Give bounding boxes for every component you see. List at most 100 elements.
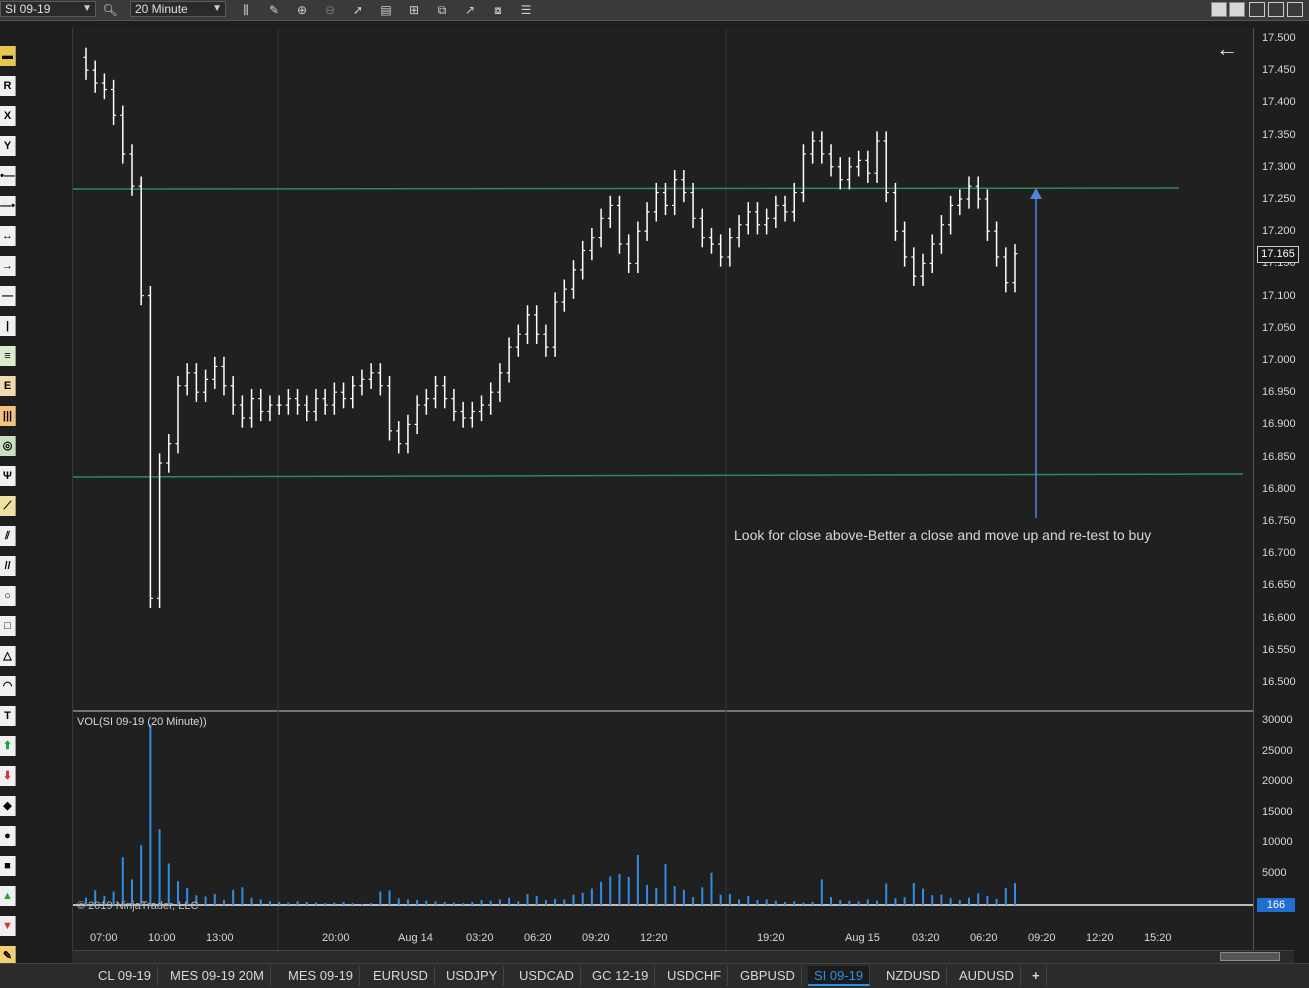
instrument-tab[interactable]: SI 09-19 <box>808 966 871 986</box>
zoom-in-icon[interactable]: ⊕ <box>294 2 310 18</box>
price-tick-label: 17.350 <box>1262 128 1296 141</box>
template-icon[interactable]: ⊞ <box>406 2 422 18</box>
gann-fan-icon[interactable]: ⟋ <box>0 496 16 516</box>
price-tick-label: 16.800 <box>1262 482 1296 495</box>
extended-line-icon[interactable]: ↔ <box>0 226 16 246</box>
time-tick-label: 03:20 <box>912 932 940 944</box>
indicators-icon[interactable]: ⧉ <box>434 2 450 18</box>
list-icon[interactable]: ☰ <box>518 2 534 18</box>
price-tick-label: 17.400 <box>1262 96 1296 109</box>
triangle-down-icon[interactable]: ▼ <box>0 916 16 936</box>
volume-tick-label: 30000 <box>1262 714 1293 726</box>
close-button[interactable] <box>1287 2 1303 17</box>
minimize-button[interactable] <box>1249 2 1265 17</box>
instrument-tab[interactable]: NZDUSD <box>880 966 948 986</box>
price-tick-label: 17.250 <box>1262 193 1296 205</box>
trend-channel-icon[interactable]: // <box>0 556 16 576</box>
volume-tick-label: 25000 <box>1262 744 1293 757</box>
line-tool-icon[interactable]: •— <box>0 166 16 186</box>
bar-type-icon[interactable]: ⫼ <box>238 2 254 18</box>
pencil-icon[interactable]: ✎ <box>266 2 282 18</box>
square-icon[interactable]: ■ <box>0 856 16 876</box>
chart-panel[interactable] <box>72 28 1254 950</box>
instrument-tab[interactable]: CL 09-19 <box>92 966 158 986</box>
instrument-tab[interactable]: USDCAD <box>513 966 581 986</box>
price-tick-label: 16.550 <box>1262 643 1296 656</box>
price-tick-label: 16.700 <box>1262 547 1296 560</box>
price-axis[interactable]: 17.500 17.450 17.400 17.350 17.300 17.250 17.2… <box>1253 28 1309 950</box>
annotation-arrowhead <box>1030 188 1042 199</box>
time-tick-label: 15:20 <box>1144 932 1172 944</box>
time-tick-label: 20:00 <box>322 932 350 944</box>
vertical-line-icon[interactable]: | <box>0 316 16 336</box>
ray-tool-icon[interactable]: —• <box>0 196 16 216</box>
instrument-tab[interactable]: AUDUSD <box>953 966 1021 986</box>
resistance-line <box>73 187 1180 190</box>
fibonacci-retracement-icon[interactable]: ≡ <box>0 346 16 366</box>
last-volume-marker: 166 <box>1257 898 1295 912</box>
zoom-out-icon[interactable]: ⊖ <box>322 2 338 18</box>
search-icon[interactable]: 🔍︎ <box>102 2 118 18</box>
price-tick-label: 16.750 <box>1262 515 1296 527</box>
time-tick-label: 06:20 <box>524 932 552 944</box>
triangle-icon[interactable]: △ <box>0 646 16 666</box>
horizontal-line-icon[interactable]: — <box>0 286 16 306</box>
volume-tick-label: 10000 <box>1262 836 1293 849</box>
text-tool-icon[interactable]: T <box>0 706 16 726</box>
maximize-button[interactable] <box>1268 2 1284 17</box>
x-tool-icon[interactable]: X <box>0 106 16 126</box>
andrews-pitchfork-icon[interactable]: Ψ <box>0 466 16 486</box>
instrument-tab[interactable]: GC 12-19 <box>586 966 656 986</box>
window-option-button-2[interactable] <box>1229 2 1245 17</box>
chart-scrollbar[interactable] <box>72 950 1294 963</box>
instrument-tab[interactable]: EURUSD <box>367 966 435 986</box>
back-arrow-icon[interactable]: ← <box>1216 36 1238 62</box>
chart-trader-icon[interactable]: ⧇ <box>490 2 506 18</box>
time-tick-label: 12:20 <box>640 932 668 944</box>
regression-channel-icon[interactable]: ⫽ <box>0 526 16 546</box>
cursor-icon[interactable]: ➚ <box>350 2 366 18</box>
add-tab-icon[interactable]: + <box>1026 966 1047 986</box>
copyright-text: © 2019 NinjaTrader, LLC <box>77 900 199 912</box>
window-option-button[interactable] <box>1211 2 1227 17</box>
instrument-tab[interactable]: MES 09-19 <box>282 966 361 986</box>
instrument-selector[interactable]: SI 09-19 ▼ <box>0 1 96 17</box>
chart-toolbar: SI 09-19 ▼ 🔍︎ 20 Minute ▼ ⫼ ✎ ⊕ ⊖ ➚ ▤ ⊞ … <box>0 0 1309 21</box>
y-tool-icon[interactable]: Y <box>0 136 16 156</box>
ellipse-icon[interactable]: ○ <box>0 586 16 606</box>
instrument-value: SI 09-19 <box>5 2 51 16</box>
price-chart-canvas <box>73 28 1254 950</box>
time-tick-label: 07:00 <box>90 932 118 944</box>
time-tick-label: 03:20 <box>466 932 494 944</box>
arrow-down-icon[interactable]: ⬇ <box>0 766 16 786</box>
time-tick-label: 12:20 <box>1086 932 1114 944</box>
price-tick-label: 17.050 <box>1262 321 1296 334</box>
ruler-tool-icon[interactable]: ▬ <box>0 46 16 66</box>
volume-indicator-label: VOL(SI 09-19 (20 Minute)) <box>77 716 207 728</box>
instrument-tab[interactable]: MES 09-19 20M <box>164 966 271 986</box>
chevron-down-icon: ▼ <box>82 3 92 14</box>
instrument-tab[interactable]: USDJPY <box>440 966 505 986</box>
arrow-up-icon[interactable]: ⬆ <box>0 736 16 756</box>
fibonacci-extension-icon[interactable]: E <box>0 376 16 396</box>
time-tick-label: 09:20 <box>582 932 610 944</box>
support-line <box>73 473 1244 478</box>
dot-icon[interactable]: ● <box>0 826 16 846</box>
diamond-icon[interactable]: ◆ <box>0 796 16 816</box>
arc-icon[interactable]: ◠ <box>0 676 16 696</box>
strategy-icon[interactable]: ↗ <box>462 2 478 18</box>
scrollbar-thumb[interactable] <box>1220 952 1280 961</box>
risk-reward-tool-icon[interactable]: R <box>0 76 16 96</box>
instrument-tab[interactable]: USDCHF <box>661 966 729 986</box>
rectangle-icon[interactable]: □ <box>0 616 16 636</box>
properties-icon[interactable]: ▤ <box>378 2 394 18</box>
interval-selector[interactable]: 20 Minute ▼ <box>130 1 226 17</box>
instrument-tab[interactable]: GBPUSD <box>734 966 802 986</box>
fibonacci-circle-icon[interactable]: ◎ <box>0 436 16 456</box>
arrow-line-icon[interactable]: → <box>0 256 16 276</box>
time-tick-label: 10:00 <box>148 932 176 944</box>
fibonacci-time-icon[interactable]: ||| <box>0 406 16 426</box>
price-tick-label: 16.850 <box>1262 450 1296 463</box>
triangle-up-icon[interactable]: ▲ <box>0 886 16 906</box>
price-tick-label: 16.650 <box>1262 579 1296 592</box>
